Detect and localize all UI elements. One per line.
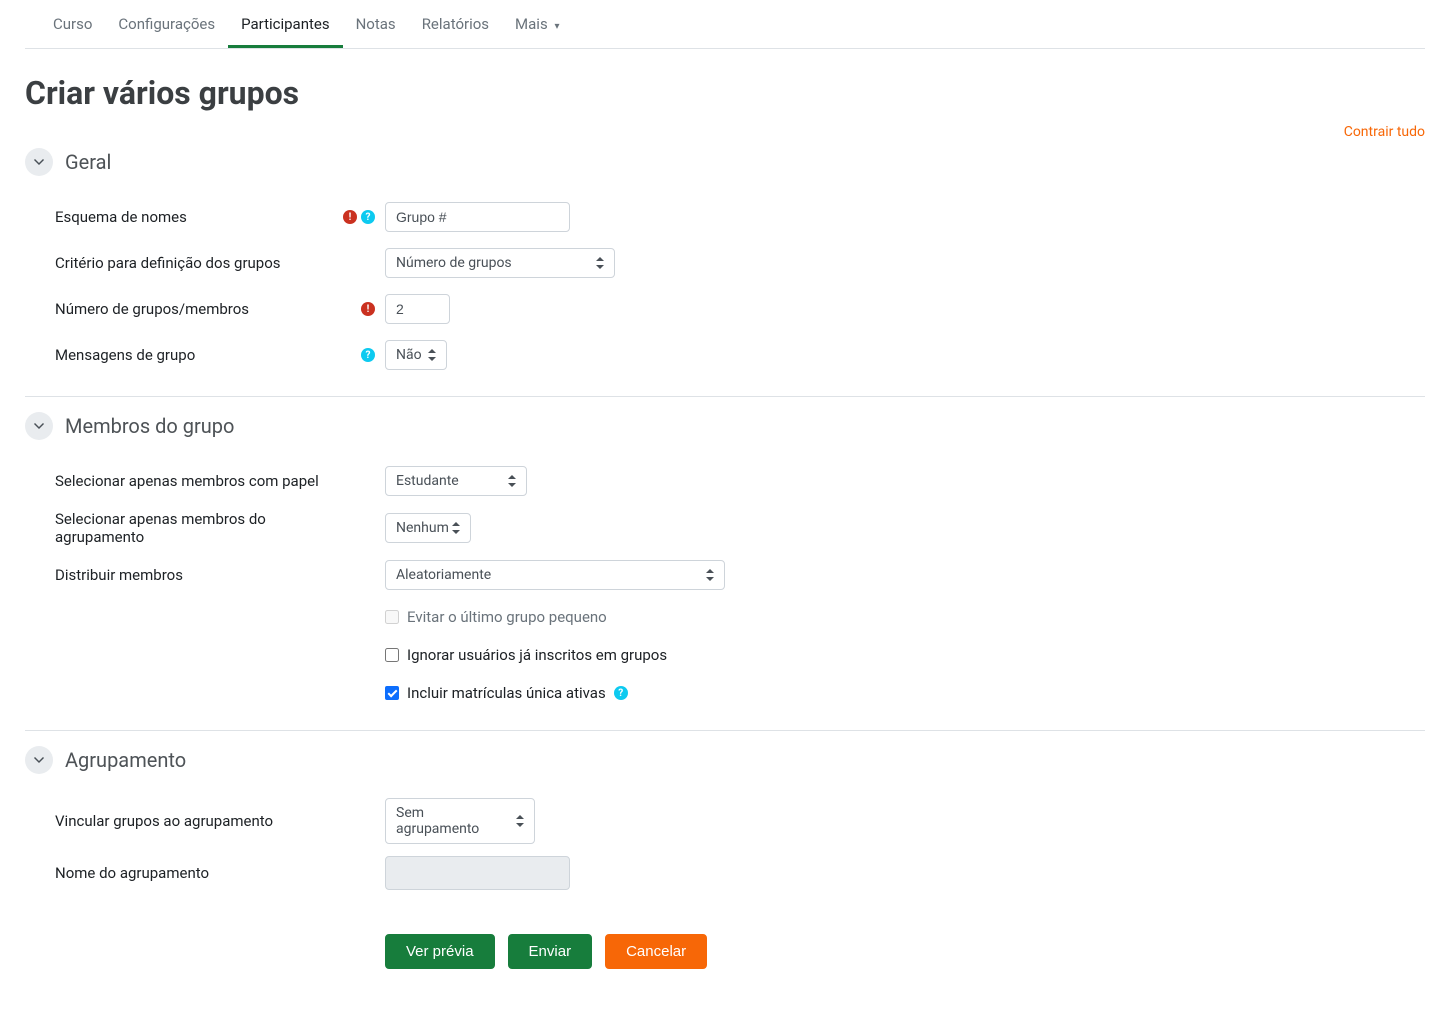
page-title: Criar vários grupos: [25, 74, 1425, 112]
select-role-value: Estudante: [396, 473, 459, 489]
select-caret-icon: [516, 815, 524, 827]
label-group-count: Número de grupos/membros: [55, 300, 340, 318]
tab-mais-label: Mais: [515, 15, 548, 33]
section-general-title: Geral: [65, 150, 111, 174]
select-group-messages[interactable]: Não: [385, 340, 447, 370]
input-naming-scheme[interactable]: [385, 202, 570, 232]
label-select-grouping: Selecionar apenas membros do agrupamento: [55, 510, 340, 546]
label-include-active: Incluir matrículas única ativas: [407, 684, 606, 702]
select-distribute-value: Aleatoriamente: [396, 567, 491, 583]
collapse-toggle-members[interactable]: [25, 412, 53, 440]
select-group-criteria-value: Número de grupos: [396, 255, 512, 271]
input-grouping-name: [385, 856, 570, 890]
input-group-count[interactable]: [385, 294, 450, 324]
tab-notas[interactable]: Notas: [343, 0, 409, 48]
select-link-groups[interactable]: Sem agrupamento: [385, 798, 535, 844]
select-distribute[interactable]: Aleatoriamente: [385, 560, 725, 590]
label-select-role: Selecionar apenas membros com papel: [55, 472, 340, 490]
nav-tabs: Curso Configurações Participantes Notas …: [25, 0, 1425, 49]
select-caret-icon: [706, 569, 714, 581]
tab-configuracoes[interactable]: Configurações: [105, 0, 228, 48]
label-group-messages: Mensagens de grupo: [55, 346, 340, 364]
section-grouping: Agrupamento Vincular grupos ao agrupamen…: [25, 746, 1425, 914]
collapse-all-link[interactable]: Contrair tudo: [1344, 124, 1425, 140]
select-caret-icon: [452, 522, 460, 534]
section-grouping-title: Agrupamento: [65, 748, 186, 772]
label-prevent-small: Evitar o último grupo pequeno: [407, 608, 607, 626]
select-link-groups-value: Sem agrupamento: [396, 805, 506, 837]
tab-relatorios[interactable]: Relatórios: [409, 0, 502, 48]
help-icon[interactable]: ?: [361, 210, 375, 224]
required-icon: !: [361, 302, 375, 316]
tab-participantes[interactable]: Participantes: [228, 0, 343, 48]
chevron-down-icon: [33, 754, 45, 766]
section-members-title: Membros do grupo: [65, 414, 234, 438]
checkbox-include-active[interactable]: [385, 686, 399, 700]
checkbox-prevent-small: [385, 610, 399, 624]
label-group-criteria: Critério para definição dos grupos: [55, 254, 340, 272]
chevron-down-icon: ▾: [554, 21, 559, 32]
help-icon[interactable]: ?: [361, 348, 375, 362]
checkbox-ignore-existing[interactable]: [385, 648, 399, 662]
tab-mais[interactable]: Mais ▾: [502, 0, 572, 48]
label-ignore-existing: Ignorar usuários já inscritos em grupos: [407, 646, 667, 664]
select-role[interactable]: Estudante: [385, 466, 527, 496]
select-caret-icon: [428, 349, 436, 361]
select-grouping-filter-value: Nenhum: [396, 520, 449, 536]
help-icon[interactable]: ?: [614, 686, 628, 700]
tab-curso[interactable]: Curso: [40, 0, 105, 48]
label-link-groups: Vincular grupos ao agrupamento: [55, 812, 340, 830]
label-distribute: Distribuir membros: [55, 566, 340, 584]
required-icon: !: [343, 210, 357, 224]
select-caret-icon: [596, 257, 604, 269]
section-members: Membros do grupo Selecionar apenas membr…: [25, 412, 1425, 731]
section-general: Geral Esquema de nomes ! ? Critério para…: [25, 148, 1425, 397]
collapse-toggle-grouping[interactable]: [25, 746, 53, 774]
select-group-criteria[interactable]: Número de grupos: [385, 248, 615, 278]
select-caret-icon: [508, 475, 516, 487]
select-grouping-filter[interactable]: Nenhum: [385, 513, 471, 543]
label-grouping-name: Nome do agrupamento: [55, 864, 340, 882]
label-naming-scheme: Esquema de nomes: [55, 208, 340, 226]
select-group-messages-value: Não: [396, 347, 422, 363]
chevron-down-icon: [33, 156, 45, 168]
collapse-toggle-general[interactable]: [25, 148, 53, 176]
chevron-down-icon: [33, 420, 45, 432]
